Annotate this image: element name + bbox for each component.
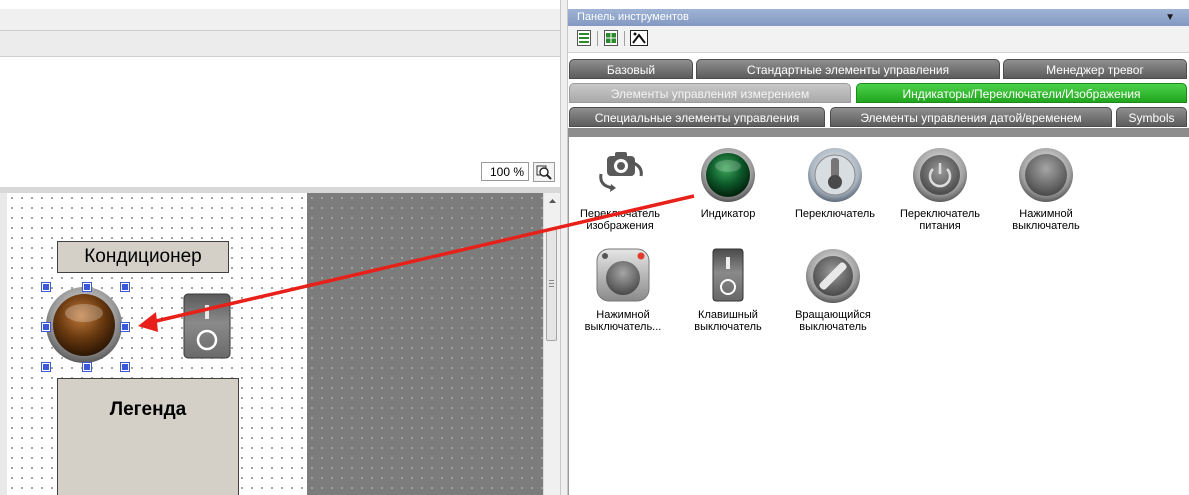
tab-basic[interactable]: Базовый	[569, 59, 693, 79]
push-button-lamp-icon	[596, 248, 650, 302]
tab-standard-controls[interactable]: Стандартные элементы управления	[696, 59, 1000, 79]
tab-indicators-switches-images[interactable]: Индикаторы/Переключатели/Изображения	[856, 83, 1187, 103]
sheet-icon[interactable]	[577, 30, 591, 46]
item-label: Индикатор	[700, 208, 756, 220]
toolbox-item-indicator[interactable]: Индикатор	[678, 146, 778, 220]
item-label: Вращающийся выключатель	[795, 309, 871, 333]
toolbox-item-rocker-switch[interactable]: Клавишный выключатель	[678, 247, 778, 333]
tab-row-2: Элементы управления измерением Индикатор…	[568, 82, 1189, 105]
push-button-icon	[1019, 148, 1073, 202]
tab-measurement-controls[interactable]: Элементы управления измерением	[569, 83, 851, 103]
indicator-lamp-icon	[701, 148, 755, 202]
selection-handle[interactable]	[120, 282, 130, 292]
tab-row-1: Базовый Стандартные элементы управления …	[568, 58, 1189, 81]
chevron-down-icon[interactable]: ▼	[1165, 12, 1175, 23]
toolbox-item-push-button[interactable]: Нажимной выключатель	[996, 146, 1096, 232]
tab-symbols[interactable]: Symbols	[1116, 107, 1187, 127]
rocker-switch-widget[interactable]	[183, 293, 231, 359]
item-label: Клавишный выключатель	[694, 309, 762, 333]
toolbox-icon-bar	[568, 26, 1189, 53]
designer-left-margin	[0, 193, 7, 495]
tab-datetime-controls[interactable]: Элементы управления датой/временем	[830, 107, 1112, 127]
label-conditioner[interactable]: Кондиционер	[57, 241, 229, 273]
sheet-grid-icon[interactable]	[604, 30, 618, 46]
scroll-up-icon[interactable]	[544, 195, 561, 207]
toolbox-item-image-switch[interactable]: Переключатель изображения	[570, 146, 670, 232]
picture-icon[interactable]	[630, 30, 648, 46]
item-label: Переключатель питания	[899, 208, 981, 232]
pane-splitter[interactable]	[560, 0, 568, 495]
selection-handle[interactable]	[41, 322, 51, 332]
lamp-icon	[46, 287, 122, 363]
toolbox-item-power-switch[interactable]: Переключатель питания	[890, 146, 990, 232]
toolbox-title: Панель инструментов	[568, 9, 1189, 26]
scrollbar-thumb[interactable]	[546, 229, 557, 341]
tab-row-3: Специальные элементы управления Элементы…	[568, 106, 1189, 129]
selection-handle[interactable]	[82, 282, 92, 292]
tab-special-controls[interactable]: Специальные элементы управления	[569, 107, 825, 127]
canvas-out-of-bounds-area	[307, 193, 543, 495]
rocker-switch-icon	[712, 248, 744, 302]
toolbox-item-rotary-switch[interactable]: Вращающийся выключатель	[783, 247, 883, 333]
image-switch-icon	[599, 152, 643, 192]
toolbox-item-toggle-switch[interactable]: Переключатель	[785, 146, 885, 220]
item-label: Нажимной выключатель...	[584, 309, 662, 333]
selection-handle[interactable]	[41, 362, 51, 372]
zoom-button[interactable]	[533, 162, 555, 182]
selection-handle[interactable]	[120, 362, 130, 372]
rocker-switch-icon	[183, 293, 231, 359]
label-legend[interactable]: Легенда	[57, 378, 239, 495]
item-label: Переключатель изображения	[579, 208, 661, 232]
toolbox-item-push-button-lamp[interactable]: Нажимной выключатель...	[573, 247, 673, 333]
designer-top-bar	[0, 9, 565, 31]
tab-alarm-manager[interactable]: Менеджер тревог	[1003, 59, 1187, 79]
tab-content-header	[568, 128, 1189, 137]
power-switch-icon	[913, 148, 967, 202]
rotary-switch-icon	[806, 249, 860, 303]
designer-sub-bar	[0, 31, 565, 57]
zoom-level-field[interactable]: 100 %	[481, 162, 529, 181]
item-label: Переключатель	[794, 208, 876, 220]
indicator-lamp-widget[interactable]	[42, 284, 128, 370]
selection-handle[interactable]	[41, 282, 51, 292]
magnifier-icon	[536, 165, 552, 180]
toggle-switch-icon	[808, 148, 862, 202]
item-label: Нажимной выключатель	[1012, 208, 1080, 232]
selection-handle[interactable]	[120, 322, 130, 332]
selection-handle[interactable]	[82, 362, 92, 372]
